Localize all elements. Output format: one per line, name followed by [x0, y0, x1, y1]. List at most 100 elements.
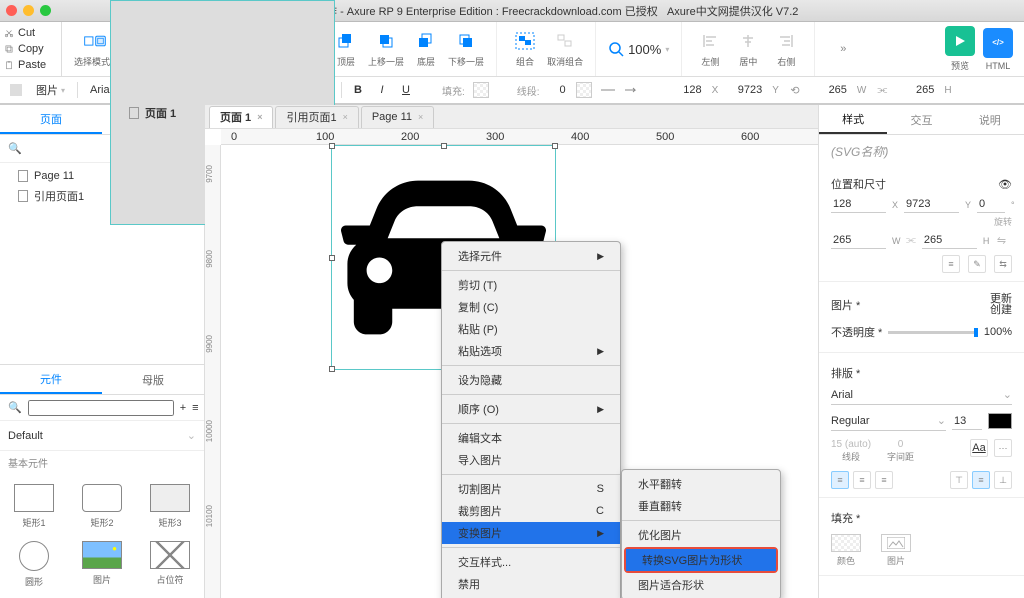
line-color-icon[interactable] [576, 82, 592, 98]
send-back-button[interactable]: 底层 [410, 30, 442, 68]
library-search-input[interactable] [28, 400, 174, 416]
minimize-window-icon[interactable] [23, 5, 34, 16]
menu-item-flip-h[interactable]: 水平翻转 [622, 473, 780, 495]
text-align-right-icon[interactable]: ≡ [875, 471, 893, 489]
menu-item-crop-image[interactable]: 裁剪图片C [442, 500, 620, 522]
tab-style[interactable]: 样式 [819, 105, 887, 134]
context-submenu[interactable]: 水平翻转 垂直翻转 优化图片 转换SVG图片为形状 图片适合形状 [621, 469, 781, 598]
underline-icon[interactable]: U [398, 82, 414, 98]
prop-x-input[interactable] [831, 196, 886, 213]
menu-item-cut[interactable]: 剪切 (T) [442, 274, 620, 296]
menu-item-select[interactable]: 选择元件▶ [442, 245, 620, 267]
text-case-icon[interactable]: Aa [970, 439, 988, 457]
menu-item-edit-text[interactable]: 编辑文本 [442, 427, 620, 449]
fill-image-swatch[interactable] [881, 534, 911, 552]
close-window-icon[interactable] [6, 5, 17, 16]
prop-h-input[interactable] [922, 232, 977, 249]
shape-rect1[interactable]: 矩形1 [0, 478, 68, 535]
align-right-button[interactable]: 右侧 [770, 30, 802, 68]
line-style-icon[interactable] [600, 82, 616, 98]
prop-rotation-input[interactable] [977, 196, 1005, 213]
flip-icon[interactable]: ⇆ [994, 255, 1012, 273]
line-width-input[interactable] [548, 83, 568, 97]
text-color-swatch[interactable] [988, 413, 1012, 429]
toolbar-overflow-button[interactable]: » [827, 38, 859, 60]
font-size-input[interactable] [952, 413, 982, 430]
widget-type-dropdown[interactable]: 图片 [32, 80, 69, 100]
text-options-icon[interactable]: ⋯ [994, 439, 1012, 457]
menu-item-convert-svg[interactable]: 转换SVG图片为形状 [626, 549, 776, 571]
publish-html-button[interactable]: </>HTML [982, 28, 1014, 71]
x-input[interactable] [666, 83, 704, 97]
menu-item-disable[interactable]: 禁用 [442, 573, 620, 595]
fill-swatch[interactable] [473, 82, 489, 98]
menu-item-order[interactable]: 顺序 (O)▶ [442, 398, 620, 420]
menu-item-transform-image[interactable]: 变换图片▶ [442, 522, 620, 544]
prop-y-input[interactable] [904, 196, 959, 213]
shape-rect2[interactable]: 矩形2 [68, 478, 136, 535]
canvas-tab[interactable]: 引用页面1× [275, 106, 358, 128]
widget-name-input[interactable]: (SVG名称) [819, 135, 1024, 168]
canvas-tab[interactable]: Page 11× [361, 106, 434, 128]
shape-image[interactable]: ●图片 [68, 535, 136, 594]
shape-placeholder[interactable]: 占位符 [136, 535, 204, 594]
send-backward-button[interactable]: 下移一层 [448, 30, 484, 68]
text-align-left-icon[interactable]: ≡ [831, 471, 849, 489]
fill-color-swatch[interactable] [831, 534, 861, 552]
italic-icon[interactable]: I [374, 82, 390, 98]
shape-rect3[interactable]: 矩形3 [136, 478, 204, 535]
copy-button[interactable]: Copy [4, 41, 57, 57]
lock-aspect-icon[interactable]: ⫘ [906, 234, 916, 247]
align-top-icon[interactable]: ≡ [942, 255, 960, 273]
h-input[interactable] [898, 83, 936, 97]
edit-points-icon[interactable]: ✎ [968, 255, 986, 273]
canvas-tab[interactable]: 页面 1× [209, 106, 273, 128]
text-valign-bottom-icon[interactable]: ⊥ [994, 471, 1012, 489]
align-center-button[interactable]: 居中 [732, 30, 764, 68]
traffic-lights[interactable] [6, 5, 51, 16]
visibility-icon[interactable]: 👁 [998, 178, 1012, 191]
y-input[interactable] [726, 83, 764, 97]
menu-item-flip-v[interactable]: 垂直翻转 [622, 495, 780, 517]
library-options-icon[interactable]: ≡ [192, 402, 198, 414]
ungroup-button[interactable]: 取消组合 [547, 30, 583, 68]
menu-item-import-image[interactable]: 导入图片 [442, 449, 620, 471]
tab-libraries[interactable]: 元件 [0, 365, 102, 394]
artboard[interactable]: 选择元件▶ 剪切 (T) 复制 (C) 粘贴 (P) 粘贴选项▶ 设为隐藏 顺序… [221, 145, 818, 598]
cut-button[interactable]: Cut [4, 25, 57, 41]
font-weight-select[interactable]: Regular [831, 411, 946, 431]
close-tab-icon[interactable]: × [418, 112, 423, 122]
library-selector[interactable]: Default⌄ [0, 421, 204, 451]
menu-item-interaction-styles[interactable]: 交互样式... [442, 551, 620, 573]
text-valign-middle-icon[interactable]: ≡ [972, 471, 990, 489]
bold-icon[interactable]: B [350, 82, 366, 98]
font-family-select[interactable]: Arial [831, 385, 1012, 405]
prop-w-input[interactable] [831, 232, 886, 249]
bring-forward-button[interactable]: 上移一层 [368, 30, 404, 68]
lock-aspect-icon[interactable]: ⫘ [874, 82, 890, 98]
opacity-value[interactable]: 100% [984, 326, 1012, 338]
select-mode-button[interactable]: 选择模式 [74, 30, 115, 68]
lock-position-icon[interactable]: ⟲ [787, 82, 803, 98]
group-button[interactable]: 组合 [509, 30, 541, 68]
tab-notes[interactable]: 说明 [956, 105, 1024, 134]
text-align-center-icon[interactable]: ≡ [853, 471, 871, 489]
shape-ellipse[interactable]: 圆形 [0, 535, 68, 594]
arrow-style-icon[interactable] [624, 82, 640, 98]
menu-item-paste-options[interactable]: 粘贴选项▶ [442, 340, 620, 362]
tab-interactions[interactable]: 交互 [887, 105, 955, 134]
paste-button[interactable]: Paste [4, 57, 57, 73]
tab-masters[interactable]: 母版 [102, 365, 204, 394]
maximize-window-icon[interactable] [40, 5, 51, 16]
tab-pages[interactable]: 页面 [0, 105, 102, 134]
menu-item-paste[interactable]: 粘贴 (P) [442, 318, 620, 340]
align-left-button[interactable]: 左侧 [694, 30, 726, 68]
menu-item-visibility[interactable]: 设为隐藏 [442, 369, 620, 391]
text-valign-top-icon[interactable]: ⊤ [950, 471, 968, 489]
w-input[interactable] [811, 83, 849, 97]
close-tab-icon[interactable]: × [257, 112, 262, 122]
menu-item-copy[interactable]: 复制 (C) [442, 296, 620, 318]
preview-button[interactable]: 预览 [944, 26, 976, 72]
flip-h-icon[interactable]: ⇋ [997, 234, 1006, 247]
zoom-control[interactable]: 100%▾ [608, 41, 669, 57]
